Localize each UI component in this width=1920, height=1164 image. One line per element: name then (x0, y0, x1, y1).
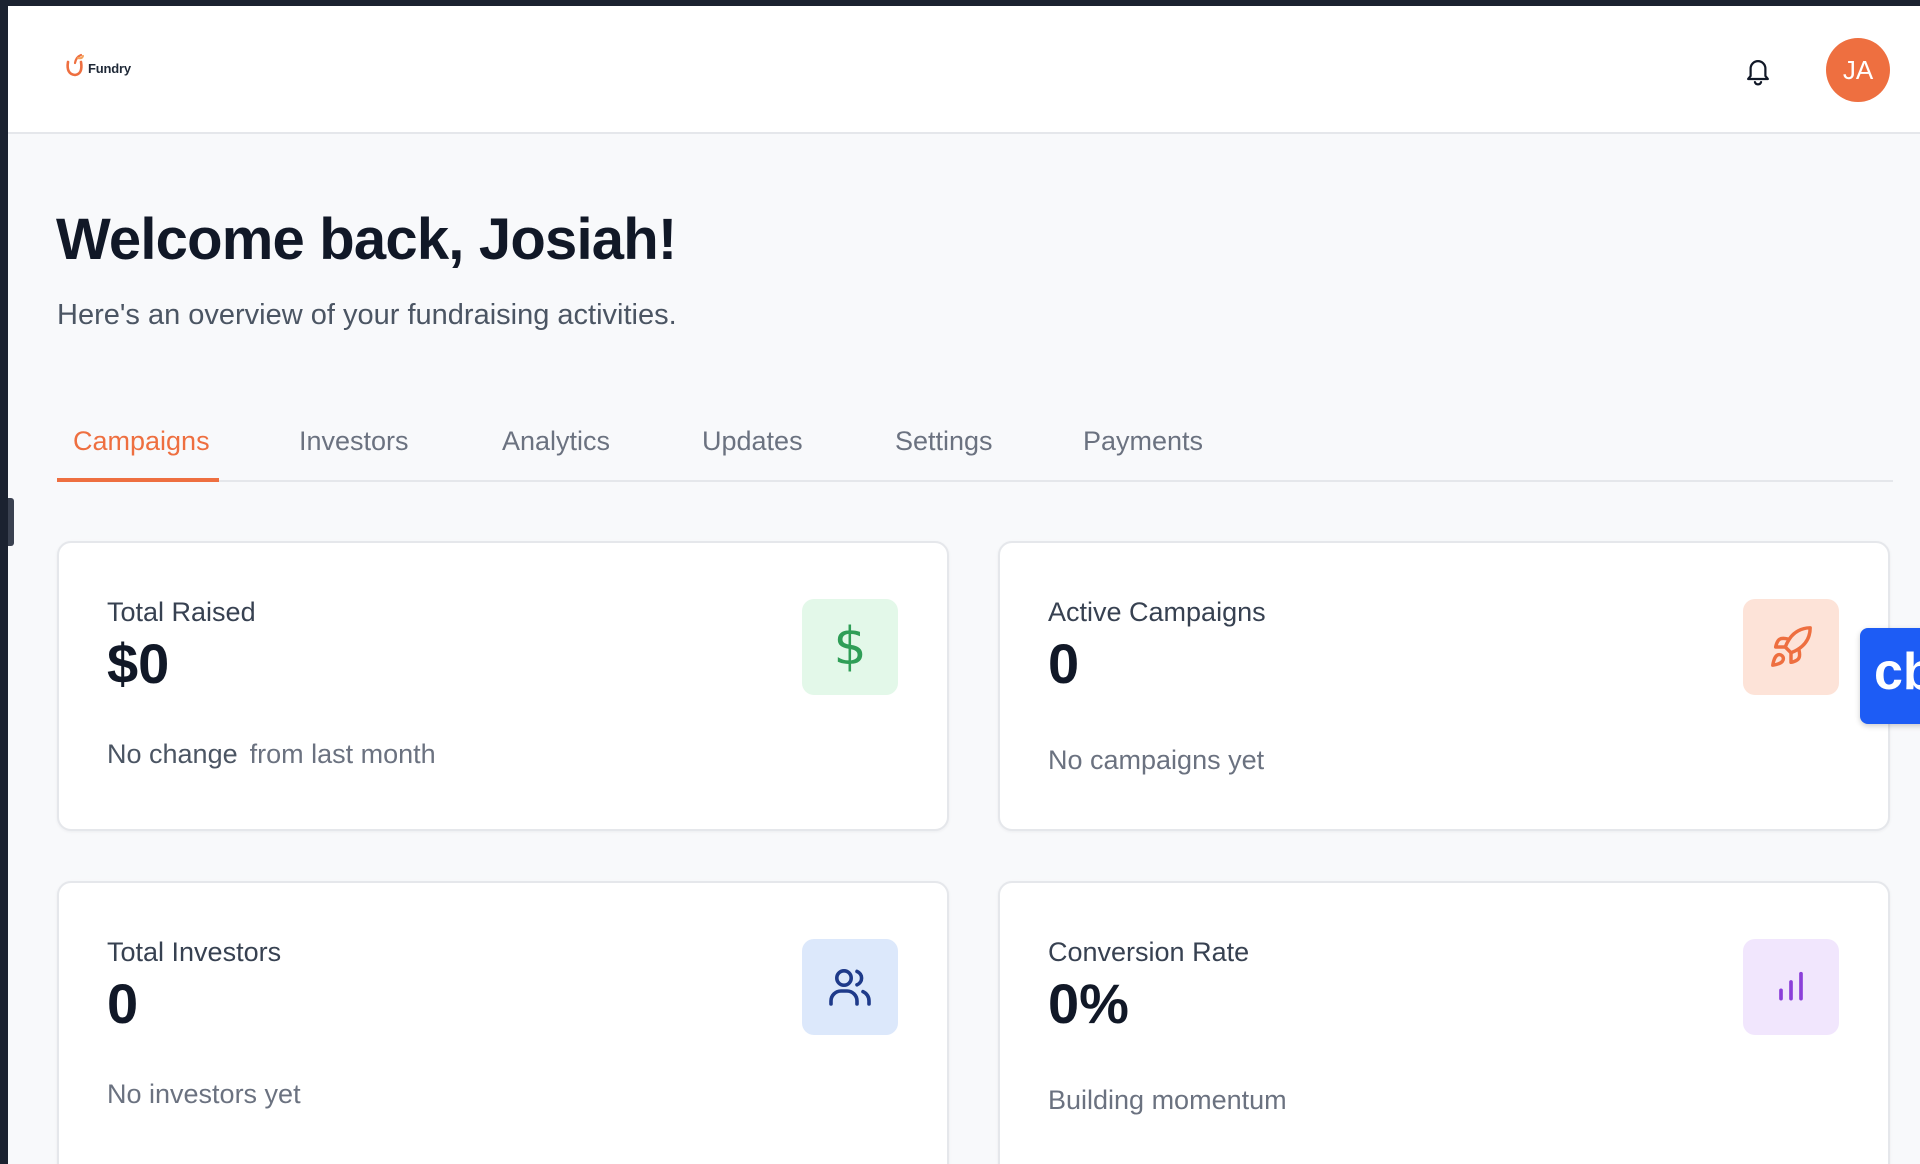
conversion-rate-card: Conversion Rate 0% Building momentum (998, 881, 1890, 1164)
rocket-icon (1771, 626, 1812, 667)
total-raised-label: Total Raised (107, 597, 256, 627)
logo-text: Fundry (88, 60, 131, 76)
total-raised-change: No change from last month (107, 739, 436, 770)
avatar-initials: JA (1842, 54, 1874, 85)
change-period: from last month (249, 739, 436, 769)
top-bar: Fundry JA (8, 6, 1920, 134)
page-title: Welcome back, Josiah! (56, 207, 677, 272)
tab-payments[interactable]: Payments (1083, 426, 1203, 457)
conversion-rate-value: 0% (1048, 972, 1129, 1035)
tab-campaigns[interactable]: Campaigns (73, 426, 210, 457)
notifications-button[interactable] (1738, 51, 1778, 91)
tab-bar: Campaigns Investors Analytics Updates Se… (57, 412, 1893, 482)
conversion-rate-label: Conversion Rate (1048, 937, 1250, 967)
total-raised-card: Total Raised $0 No change from last month… (57, 541, 949, 831)
bell-icon (1747, 60, 1769, 86)
total-investors-note: No investors yet (107, 1079, 301, 1109)
dollar-icon-tile: $ (802, 599, 898, 695)
active-campaigns-value: 0 (1048, 632, 1080, 695)
app-window: Fundry JA Welcome back, Josiah! Here's a… (8, 6, 1920, 1164)
change-amount: No change (107, 739, 238, 769)
user-avatar[interactable]: JA (1826, 38, 1890, 102)
rocket-icon-tile (1743, 599, 1839, 695)
bar-chart-icon (1779, 971, 1803, 1001)
active-tab-indicator (57, 478, 219, 482)
active-campaigns-card: Active Campaigns 0 No campaigns yet (998, 541, 1890, 831)
active-campaigns-note: No campaigns yet (1048, 745, 1265, 775)
tab-settings[interactable]: Settings (895, 426, 993, 457)
users-icon (829, 969, 871, 1006)
tab-updates[interactable]: Updates (702, 426, 803, 457)
left-edge-handle[interactable] (8, 498, 14, 546)
users-icon-tile (802, 939, 898, 1035)
total-raised-value: $0 (107, 632, 170, 695)
widget-logo-text: cb (1874, 643, 1920, 701)
bar-chart-icon-tile (1743, 939, 1839, 1035)
active-campaigns-label: Active Campaigns (1048, 597, 1266, 627)
total-investors-label: Total Investors (107, 937, 282, 967)
fundry-logo[interactable]: Fundry (64, 52, 131, 78)
tab-investors[interactable]: Investors (299, 426, 409, 457)
tab-analytics[interactable]: Analytics (502, 426, 610, 457)
total-investors-card: Total Investors 0 No investors yet (57, 881, 949, 1164)
floating-chat-widget[interactable]: cb (1860, 628, 1920, 724)
conversion-rate-note: Building momentum (1048, 1085, 1287, 1115)
dollar-icon: $ (833, 617, 867, 677)
fundry-logo-icon (66, 53, 84, 77)
page-subtitle: Here's an overview of your fundraising a… (57, 299, 677, 331)
total-investors-value: 0 (107, 972, 139, 1035)
